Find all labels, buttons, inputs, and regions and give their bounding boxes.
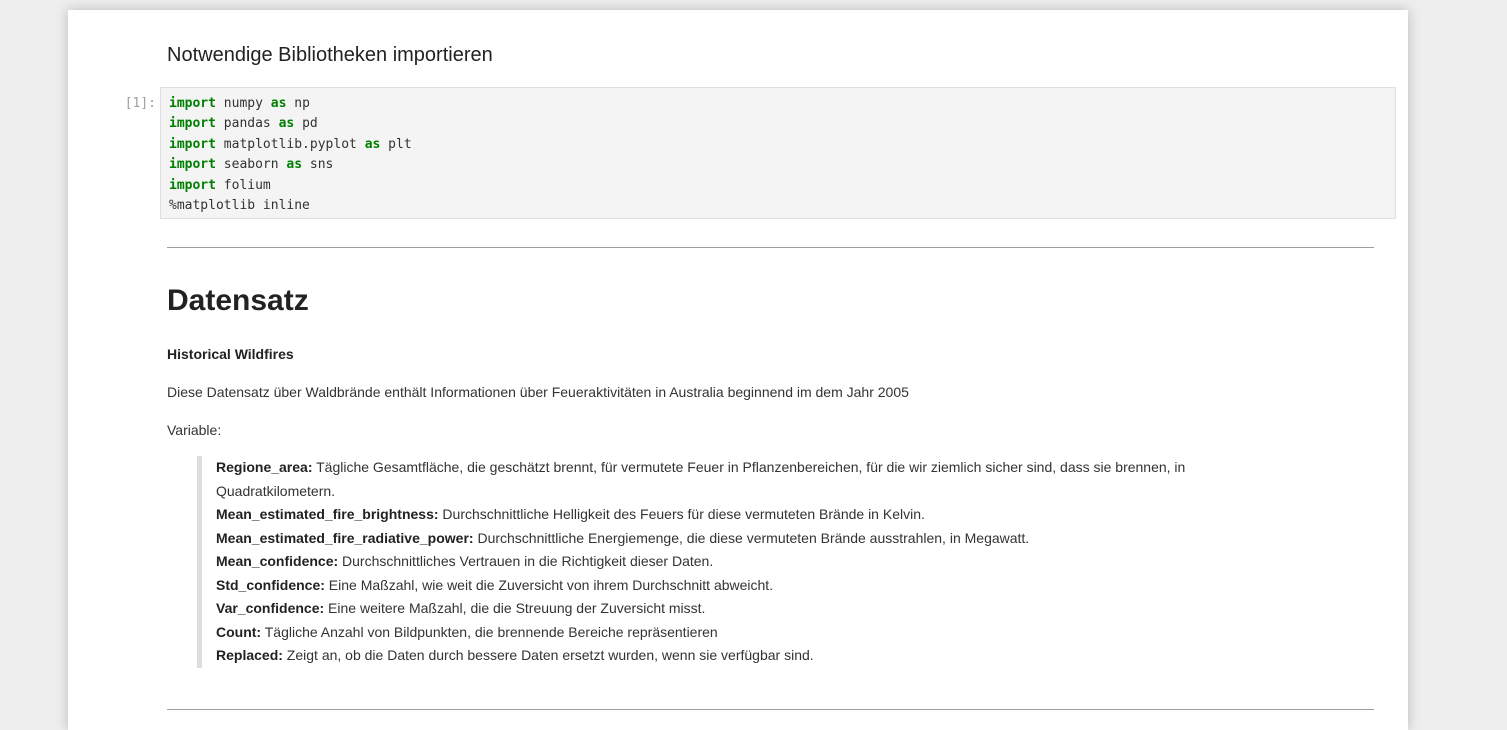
notebook-container: Notwendige Bibliotheken importieren [1]:… [68, 10, 1408, 730]
code-module: folium [215, 177, 271, 193]
code-line: import numpy as np [169, 94, 412, 114]
code-keyword: as [286, 157, 303, 173]
code-keyword: import [169, 96, 216, 111]
dataset-title: Datensatz [167, 284, 309, 317]
variable-description: Durchschnittliche Energiemenge, die dies… [473, 529, 1030, 546]
variable-term: Mean_confidence: [216, 553, 339, 569]
code-editor[interactable]: import numpy as np import pandas as pd i… [169, 94, 412, 216]
variable-description: Tägliche Anzahl von Bildpunkten, die bre… [261, 623, 718, 640]
cell-divider [167, 247, 1374, 248]
section-heading: Notwendige Bibliotheken importieren [167, 44, 493, 66]
code-keyword: import [169, 177, 216, 193]
variable-item: Mean_estimated_fire_brightness: Durchsch… [216, 503, 1266, 527]
variables-list: Regione_area: Tägliche Gesamtfläche, die… [197, 456, 1266, 668]
code-line: import seaborn as sns [169, 155, 412, 175]
code-keyword: as [364, 136, 381, 152]
variable-description: Tägliche Gesamtfläche, die geschätzt bre… [216, 459, 1186, 499]
variable-description: Durchschnittliches Vertrauen in die Rich… [338, 553, 714, 569]
code-line: %matplotlib inline [169, 196, 412, 216]
code-module: matplotlib.pyplot [215, 136, 365, 152]
code-module: pandas [215, 116, 279, 132]
code-keyword: import [169, 116, 216, 132]
code-module: numpy [215, 96, 271, 111]
variable-term: Regione_area: [216, 459, 313, 475]
variable-term: Var_confidence: [216, 600, 325, 616]
variable-term: Count: [216, 623, 262, 640]
dataset-subtitle: Historical Wildfires [167, 346, 294, 362]
variable-item: Std_confidence: Eine Maßzahl, wie weit d… [216, 574, 1266, 598]
code-keyword: as [270, 96, 287, 111]
code-alias: pd [294, 116, 318, 132]
variable-description: Eine weitere Maßzahl, die die Streuung d… [324, 600, 706, 616]
variable-term: Mean_estimated_fire_brightness: [216, 506, 439, 522]
code-cell[interactable]: import numpy as np import pandas as pd i… [160, 87, 1396, 219]
variables-label: Variable: [167, 422, 222, 438]
variable-item: Var_confidence: Eine weitere Maßzahl, di… [216, 597, 1266, 621]
code-keyword: as [278, 116, 295, 132]
dataset-description: Diese Datensatz über Waldbrände enthält … [167, 384, 909, 400]
variable-term: Std_confidence: [216, 576, 325, 593]
code-alias: plt [380, 136, 412, 152]
code-line: import pandas as pd [169, 114, 412, 134]
variable-item: Replaced: Zeigt an, ob die Daten durch b… [216, 644, 1266, 668]
cell-prompt: [1]: [124, 96, 156, 111]
variable-description: Durchschnittliche Helligkeit des Feuers … [438, 506, 925, 522]
variable-term: Mean_estimated_fire_radiative_power: [216, 529, 474, 546]
code-keyword: import [169, 136, 216, 152]
variable-term: Replaced: [216, 647, 283, 663]
code-keyword: import [169, 157, 216, 173]
code-alias: np [286, 96, 310, 111]
code-line: import matplotlib.pyplot as plt [169, 135, 412, 155]
code-alias: sns [302, 157, 334, 173]
variable-item: Mean_estimated_fire_radiative_power: Dur… [216, 527, 1266, 551]
cell-divider [167, 709, 1374, 710]
code-module: seaborn [215, 157, 287, 173]
variable-description: Zeigt an, ob die Daten durch bessere Dat… [282, 647, 814, 663]
code-magic: %matplotlib inline [169, 197, 310, 213]
variable-description: Eine Maßzahl, wie weit die Zuversicht vo… [324, 576, 774, 593]
variable-item: Count: Tägliche Anzahl von Bildpunkten, … [216, 621, 1266, 645]
variable-item: Regione_area: Tägliche Gesamtfläche, die… [216, 456, 1266, 503]
variable-item: Mean_confidence: Durchschnittliches Vert… [216, 550, 1266, 574]
code-line: import folium [169, 176, 412, 196]
